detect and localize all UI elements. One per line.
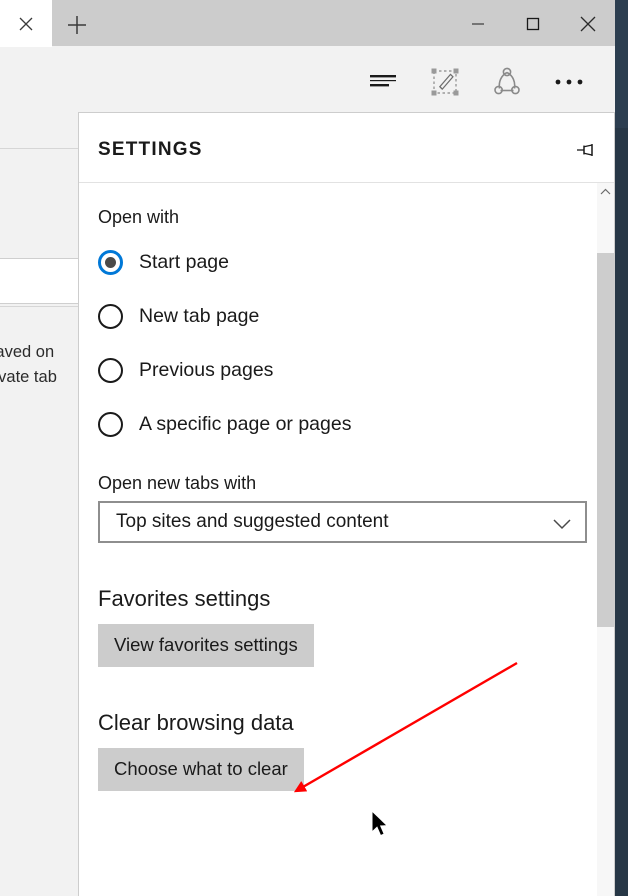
divider: [0, 306, 82, 307]
radio-indicator: [98, 357, 123, 383]
page-title: SETTINGS: [98, 139, 203, 160]
share-icon[interactable]: [486, 62, 528, 102]
chevron-down-icon: [553, 517, 571, 535]
settings-content: Open with Start page New tab page Previo…: [79, 183, 594, 821]
choose-what-to-clear-button[interactable]: Choose what to clear: [98, 748, 304, 791]
scrollbar-thumb[interactable]: [597, 253, 614, 627]
radio-indicator: [98, 249, 123, 275]
more-icon[interactable]: [548, 62, 590, 102]
radio-option-new-tab-page[interactable]: New tab page: [98, 289, 594, 343]
divider: [0, 148, 82, 149]
address-bar[interactable]: [0, 258, 82, 304]
radio-label: Previous pages: [139, 358, 274, 381]
window-close-button[interactable]: [560, 4, 615, 44]
maximize-button[interactable]: [505, 4, 560, 44]
settings-body: Open with Start page New tab page Previo…: [79, 183, 614, 896]
web-note-icon[interactable]: [424, 62, 466, 102]
mouse-pointer-icon: [371, 809, 391, 840]
pin-icon[interactable]: [572, 137, 602, 163]
radio-label: A specific page or pages: [139, 412, 352, 435]
browser-window: t saved on Private tab: [0, 0, 628, 896]
inprivate-text-line1: t saved on: [0, 343, 55, 361]
radio-label: Start page: [139, 250, 229, 273]
toolbar-icon-group: [362, 62, 590, 102]
title-bar: [0, 0, 615, 47]
radio-label: New tab page: [139, 304, 260, 327]
reading-view-icon[interactable]: [362, 62, 404, 102]
radio-option-start-page[interactable]: Start page: [98, 235, 594, 289]
settings-header: SETTINGS: [79, 113, 614, 183]
settings-flyout: SETTINGS Open with Start page New tab pa…: [78, 112, 615, 896]
clear-browsing-data-heading: Clear browsing data: [98, 710, 294, 735]
close-icon[interactable]: [18, 16, 34, 32]
new-tab-button[interactable]: [66, 14, 88, 36]
open-new-tabs-select[interactable]: Top sites and suggested content: [98, 501, 587, 543]
view-favorites-settings-button[interactable]: View favorites settings: [98, 624, 314, 667]
minimize-button[interactable]: [450, 4, 505, 44]
open-new-tabs-selected-value: Top sites and suggested content: [116, 511, 389, 532]
desktop-background: [615, 0, 628, 896]
radio-option-specific-pages[interactable]: A specific page or pages: [98, 397, 594, 451]
settings-scrollbar[interactable]: [597, 183, 614, 896]
desktop-background-top: [615, 0, 628, 128]
open-with-label: Open with: [98, 207, 180, 227]
window-controls: [450, 4, 615, 44]
inprivate-text-line2: Private tab: [0, 368, 57, 386]
radio-indicator: [98, 411, 123, 437]
open-new-tabs-label: Open new tabs with: [98, 473, 257, 493]
chevron-up-icon[interactable]: [597, 183, 614, 200]
radio-indicator: [98, 303, 123, 329]
favorites-settings-heading: Favorites settings: [98, 586, 271, 611]
radio-option-previous-pages[interactable]: Previous pages: [98, 343, 594, 397]
